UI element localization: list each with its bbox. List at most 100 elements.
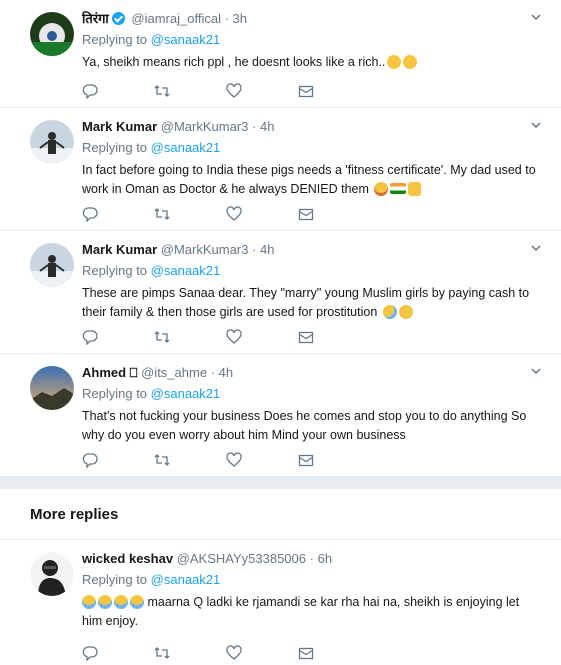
timestamp[interactable]: 4h — [260, 242, 274, 257]
tweet-actions — [82, 205, 370, 223]
chevron-down-icon[interactable] — [531, 12, 541, 22]
like-button[interactable] — [226, 451, 298, 469]
reply-button[interactable] — [82, 328, 154, 346]
timestamp[interactable]: 3h — [233, 11, 247, 26]
replies-feed: तिरंगा @iamraj_offical · 3h Replying to … — [0, 0, 561, 665]
username[interactable]: @iamraj_offical — [131, 11, 221, 26]
tweet[interactable]: Ahmed ⎕ @its_ahme · 4h Replying to @sana… — [0, 354, 561, 476]
like-button[interactable] — [226, 328, 298, 346]
separator: · — [309, 551, 314, 566]
tweet[interactable]: Mark Kumar @MarkKumar3 · 4h Replying to … — [0, 108, 561, 231]
reply-icon — [82, 453, 98, 468]
tweet-text: Ya, sheikh means rich ppl , he doesnt lo… — [82, 53, 541, 72]
avatar[interactable] — [30, 243, 74, 287]
envelope-icon — [298, 331, 314, 344]
retweet-icon — [154, 331, 170, 343]
chevron-down-icon[interactable] — [531, 120, 541, 130]
tweet-text: These are pimps Sanaa dear. They "marry"… — [82, 284, 541, 322]
tweet-actions — [82, 451, 370, 469]
tweet-text-body: These are pimps Sanaa dear. They "marry"… — [82, 286, 530, 319]
chevron-down-icon[interactable] — [531, 243, 541, 253]
tweet[interactable]: तिरंगा @iamraj_offical · 3h Replying to … — [0, 0, 561, 108]
retweet-icon — [154, 647, 170, 659]
timestamp[interactable]: 4h — [219, 365, 233, 380]
section-gap — [0, 476, 561, 488]
reply-button[interactable] — [82, 82, 154, 100]
tweet-text-body: In fact before going to India these pigs… — [82, 163, 536, 196]
reply-button[interactable] — [82, 451, 154, 469]
verified-badge-icon — [111, 12, 125, 25]
replying-label: Replying to — [82, 32, 148, 47]
tweet[interactable]: wicked keshav @AKSHAYy53385006 · 6h Repl… — [0, 540, 561, 665]
tweet-header: तिरंगा @iamraj_offical · 3h — [82, 10, 541, 28]
tweet-text-body: Ya, sheikh means rich ppl , he doesnt lo… — [82, 55, 386, 69]
replying-label: Replying to — [82, 263, 148, 278]
timestamp[interactable]: 4h — [260, 119, 274, 134]
reply-button[interactable] — [82, 644, 154, 662]
reply-icon — [82, 330, 98, 345]
tweet-text-body: That's not fucking your business Does he… — [82, 409, 527, 442]
display-name[interactable]: Mark Kumar — [82, 242, 157, 257]
separator: · — [210, 365, 216, 380]
retweet-icon — [154, 454, 170, 466]
reply-icon — [82, 84, 98, 99]
display-name[interactable]: तिरंगा — [82, 11, 109, 26]
heart-icon — [226, 452, 242, 467]
chevron-down-icon[interactable] — [531, 366, 541, 376]
retweet-button[interactable] — [154, 644, 226, 662]
replying-to-link[interactable]: @sanaak21 — [151, 32, 221, 47]
tweet-actions — [82, 644, 370, 662]
replying-label: Replying to — [82, 140, 148, 155]
tweet[interactable]: Mark Kumar @MarkKumar3 · 4h Replying to … — [0, 231, 561, 354]
replying-to-link[interactable]: @sanaak21 — [151, 572, 221, 587]
india-flag-emoji-icon — [390, 183, 407, 194]
display-name[interactable]: Mark Kumar — [82, 119, 157, 134]
replying-to-link[interactable]: @sanaak21 — [151, 386, 221, 401]
like-button[interactable] — [226, 205, 298, 223]
direct-message-button[interactable] — [298, 328, 370, 346]
display-name[interactable]: Ahmed ⎕ — [82, 365, 137, 380]
direct-message-button[interactable] — [298, 205, 370, 223]
tears-of-joy-emoji-icon — [130, 595, 144, 609]
reply-button[interactable] — [82, 205, 154, 223]
avatar[interactable] — [30, 366, 74, 410]
username[interactable]: @MarkKumar3 — [161, 242, 249, 257]
username[interactable]: @MarkKumar3 — [161, 119, 249, 134]
direct-message-button[interactable] — [298, 82, 370, 100]
username[interactable]: @AKSHAYy53385006 — [177, 551, 306, 566]
display-name[interactable]: wicked keshav — [82, 551, 173, 566]
like-button[interactable] — [226, 644, 298, 662]
tweet-header: wicked keshav @AKSHAYy53385006 · 6h — [82, 550, 541, 568]
smiling-face-emoji-icon — [374, 182, 389, 196]
like-button[interactable] — [226, 82, 298, 100]
more-replies-header[interactable]: More replies — [0, 488, 561, 540]
tweet-text: That's not fucking your business Does he… — [82, 407, 541, 445]
tears-of-joy-emoji-icon — [114, 595, 128, 609]
direct-message-button[interactable] — [298, 644, 370, 662]
replying-to: Replying to @sanaak21 — [82, 262, 541, 280]
direct-message-button[interactable] — [298, 451, 370, 469]
replying-to-link[interactable]: @sanaak21 — [151, 140, 221, 155]
retweet-button[interactable] — [154, 451, 226, 469]
avatar[interactable] — [30, 12, 74, 56]
tweet-text-body: maarna Q ladki ke rjamandi se kar rha ha… — [82, 595, 520, 628]
tweet-header: Mark Kumar @MarkKumar3 · 4h — [82, 118, 541, 136]
expressionless-face-emoji-icon — [398, 305, 413, 319]
reply-icon — [82, 646, 98, 661]
username[interactable]: @its_ahme — [141, 365, 207, 380]
heart-icon — [226, 206, 242, 221]
avatar[interactable] — [30, 120, 74, 164]
avatar[interactable] — [30, 552, 74, 596]
tweet-text: maarna Q ladki ke rjamandi se kar rha ha… — [82, 593, 541, 631]
retweet-button[interactable] — [154, 328, 226, 346]
retweet-icon — [154, 85, 170, 97]
heart-icon — [226, 83, 242, 98]
retweet-button[interactable] — [154, 82, 226, 100]
thumbs-up-emoji-icon — [408, 182, 422, 196]
retweet-icon — [154, 208, 170, 220]
timestamp[interactable]: 6h — [318, 551, 332, 566]
retweet-button[interactable] — [154, 205, 226, 223]
replying-to-link[interactable]: @sanaak21 — [151, 263, 221, 278]
tweet-header: Mark Kumar @MarkKumar3 · 4h — [82, 241, 541, 259]
neutral-face-emoji-icon — [403, 55, 418, 69]
